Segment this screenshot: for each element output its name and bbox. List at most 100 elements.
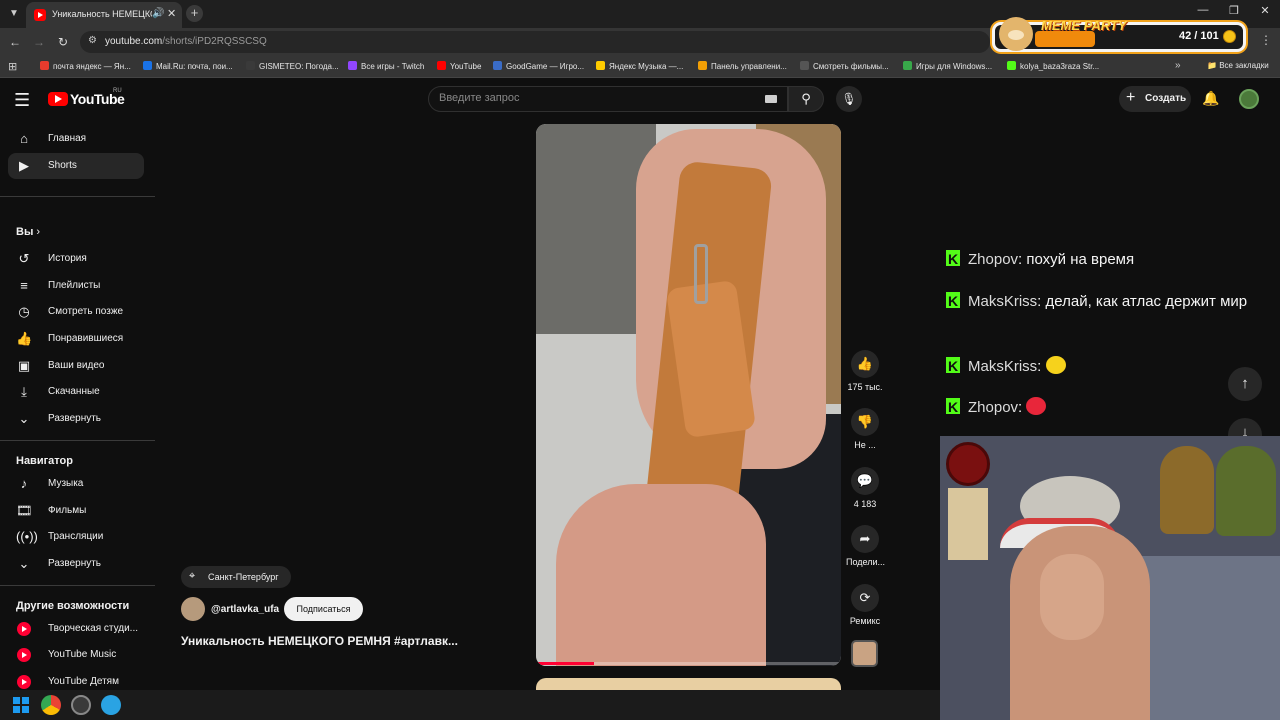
- bookmark-item[interactable]: Mail.Ru: почта, пои...: [143, 61, 233, 71]
- remix-icon: ⟳: [851, 584, 879, 612]
- sidebar-item-history[interactable]: ↺ История: [8, 246, 144, 272]
- short-title[interactable]: Уникальность НЕМЕЦКОГО РЕМНЯ #артлавк...: [181, 634, 458, 648]
- tab-search-icon[interactable]: ▼: [6, 6, 22, 22]
- windows-start-icon[interactable]: [13, 697, 29, 713]
- url-path: /shorts/iPD2RQSSCSQ: [162, 36, 267, 47]
- obs-icon[interactable]: [71, 695, 91, 715]
- speaker-icon[interactable]: 🔊: [152, 8, 164, 19]
- sidebar-item-label: Понравившиеся: [48, 333, 124, 344]
- chrome-icon[interactable]: [41, 695, 61, 715]
- maximize-icon[interactable]: ❐: [1226, 4, 1242, 17]
- apps-grid-icon[interactable]: ⊞: [8, 60, 17, 73]
- webcam-head: [1040, 554, 1104, 640]
- bookmark-item[interactable]: Яндекс Музыка —...: [596, 61, 683, 71]
- remix-button[interactable]: ⟳ Ремикс: [846, 584, 884, 626]
- chat-username: Zhopov: [968, 251, 1019, 268]
- location-chip[interactable]: ⌖ Санкт-Петербург: [181, 566, 291, 588]
- notifications-bell-icon[interactable]: 🔔: [1202, 90, 1219, 107]
- sidebar-item-yt-studio[interactable]: Творческая студи...: [8, 616, 144, 642]
- browser-tab-active[interactable]: Уникальность НЕМЕЦКОГО 🔊 ✕: [26, 2, 182, 28]
- bookmark-item[interactable]: почта яндекс — Ян...: [40, 61, 131, 71]
- green-medal-icon: [1216, 446, 1276, 536]
- back-icon[interactable]: ←: [7, 34, 23, 50]
- youtube-logo-icon[interactable]: [48, 92, 68, 106]
- sidebar-heading-you[interactable]: Вы ›: [16, 226, 40, 238]
- sidebar-item-yt-music[interactable]: YouTube Music: [8, 642, 144, 668]
- sidebar-item-playlists[interactable]: ≡ Плейлисты: [8, 273, 144, 299]
- sidebar-item-watch-later[interactable]: ◷ Смотреть позже: [8, 299, 144, 325]
- more-bookmarks-icon[interactable]: »: [1175, 60, 1181, 71]
- sound-thumbnail[interactable]: [851, 640, 878, 667]
- search-button[interactable]: ⚲: [788, 86, 824, 112]
- new-tab-button[interactable]: +: [186, 5, 203, 22]
- dislike-label: Не ...: [854, 440, 876, 450]
- sidebar-item-label: Трансляции: [48, 531, 104, 542]
- address-bar[interactable]: ⚙ youtube.com/shorts/iPD2RQSSCSQ: [80, 31, 990, 53]
- comments-button[interactable]: 💬 4 183: [846, 467, 884, 509]
- sidebar-item-yt-kids[interactable]: YouTube Детям: [8, 669, 144, 690]
- meme-party-count: 42 / 101: [1179, 30, 1219, 42]
- bookmark-item[interactable]: kolya_baza3raza Str...: [1007, 61, 1099, 71]
- sidebar-item-downloads[interactable]: ⤓ Скачанные: [8, 379, 144, 405]
- sidebar-item-movies[interactable]: 🎞 Фильмы: [8, 498, 144, 524]
- bookmark-item[interactable]: GoodGame — Игро...: [493, 61, 584, 71]
- dislike-button[interactable]: 👎 Не ...: [846, 408, 884, 450]
- bookmark-item[interactable]: YouTube: [437, 61, 481, 71]
- bookmark-item[interactable]: Игры для Windows...: [903, 61, 992, 71]
- short-video-player[interactable]: [536, 124, 841, 666]
- bookmark-item[interactable]: Все игры - Twitch: [348, 61, 424, 71]
- sidebar-item-music[interactable]: ♪ Музыка: [8, 471, 144, 497]
- subscribe-button[interactable]: Подписаться: [284, 597, 363, 621]
- sidebar-item-label: Главная: [48, 133, 87, 144]
- search-box: [428, 86, 788, 112]
- playlists-icon: ≡: [20, 278, 28, 293]
- account-avatar[interactable]: [1239, 89, 1259, 109]
- channel-avatar[interactable]: [181, 597, 205, 621]
- all-bookmarks-link[interactable]: 📁 Все закладки: [1207, 61, 1269, 70]
- video-progress-bar[interactable]: [536, 662, 841, 665]
- create-button[interactable]: + Создать: [1119, 86, 1191, 112]
- telegram-icon[interactable]: [101, 695, 121, 715]
- sidebar-heading-more: Другие возможности: [16, 600, 130, 612]
- like-button[interactable]: 👍 175 тыс.: [846, 350, 884, 392]
- browser-menu-icon[interactable]: ⋮: [1260, 33, 1272, 47]
- chat-message: MaksKriss: делай, как атлас держит мир: [946, 287, 1266, 316]
- bookmark-item[interactable]: Смотреть фильмы...: [800, 61, 889, 71]
- sidebar-item-live[interactable]: ((•)) Трансляции: [8, 524, 144, 550]
- bookmark-label: GoodGame — Игро...: [506, 62, 585, 71]
- bookmarks-bar: ⊞ почта яндекс — Ян... Mail.Ru: почта, по…: [0, 56, 1280, 78]
- microphone-icon: 🎙: [841, 92, 857, 106]
- bookmark-label: Игры для Windows...: [916, 62, 993, 71]
- you-heading-label: Вы: [16, 226, 34, 238]
- sidebar-item-shorts[interactable]: ▶ Shorts: [8, 153, 144, 179]
- bookmark-item[interactable]: GISMETEO: Погода...: [246, 61, 339, 71]
- share-icon: ➦: [851, 525, 879, 553]
- close-window-icon[interactable]: ✕: [1257, 4, 1273, 17]
- reload-icon[interactable]: ↻: [55, 34, 71, 50]
- sidebar-item-expand-you[interactable]: ⌄ Развернуть: [8, 406, 144, 432]
- forward-icon[interactable]: →: [31, 34, 47, 50]
- sidebar-item-expand-navigator[interactable]: ⌄ Развернуть: [8, 551, 144, 577]
- sidebar-item-liked[interactable]: 👍 Понравившиеся: [8, 326, 144, 352]
- site-info-icon[interactable]: ⚙: [88, 35, 97, 46]
- bookmark-favicon-icon: [348, 61, 357, 70]
- search-input[interactable]: [439, 92, 759, 104]
- channel-name[interactable]: @artlavka_ufa: [211, 604, 279, 615]
- music-icon: ♪: [20, 476, 28, 491]
- share-button[interactable]: ➦ Подели...: [846, 525, 885, 567]
- region-code: RU: [113, 88, 122, 94]
- sidebar-item-home[interactable]: ⌂ Главная: [8, 126, 144, 152]
- downloads-icon: ⤓: [21, 384, 27, 399]
- previous-short-button[interactable]: ↑: [1228, 367, 1262, 401]
- sidebar-item-your-videos[interactable]: ▣ Ваши видео: [8, 353, 144, 379]
- keyboard-icon[interactable]: [765, 95, 777, 103]
- voice-search-button[interactable]: 🎙: [836, 86, 862, 112]
- close-tab-icon[interactable]: ✕: [167, 7, 176, 20]
- guide-menu-icon[interactable]: ☰: [14, 90, 30, 111]
- bookmark-label: YouTube: [450, 62, 482, 71]
- chat-message: Zhopov:: [946, 393, 1266, 422]
- sidebar-item-label: Музыка: [48, 478, 84, 489]
- minimize-icon[interactable]: —: [1195, 4, 1211, 16]
- bookmark-item[interactable]: Панель управлени...: [698, 61, 787, 71]
- comment-icon: 💬: [851, 467, 879, 495]
